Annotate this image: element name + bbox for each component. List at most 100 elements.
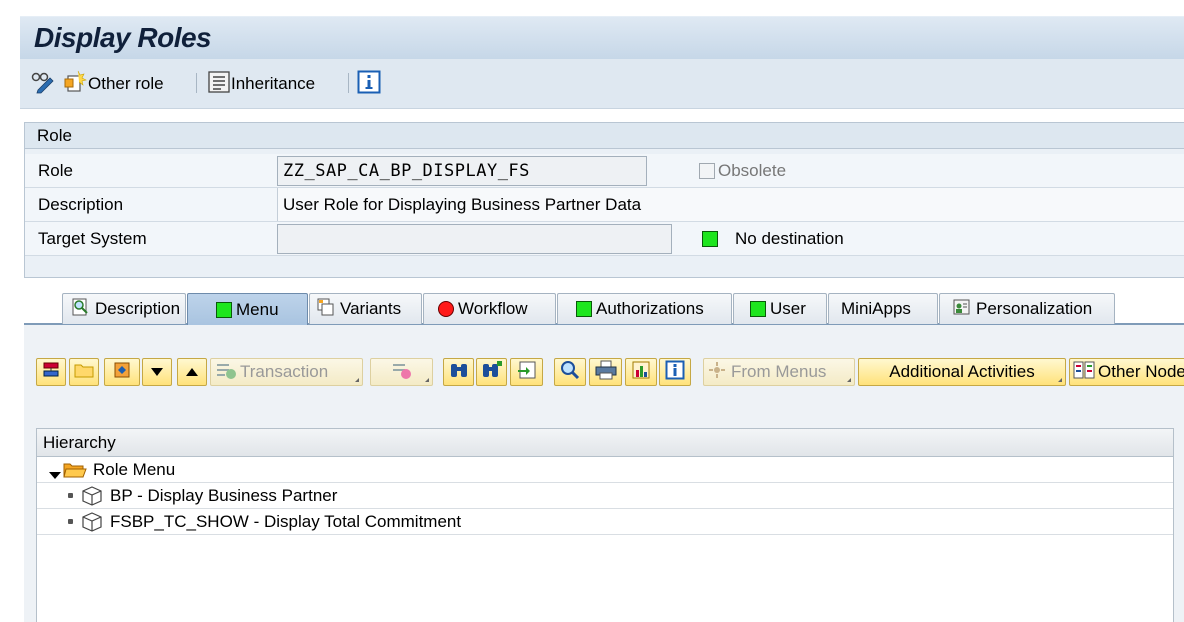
obsolete-label: Obsolete — [718, 161, 787, 180]
find-button[interactable] — [443, 358, 474, 386]
bullet-icon — [68, 493, 73, 498]
tab-variants[interactable]: Variants — [309, 293, 422, 324]
description-label: Description — [38, 195, 124, 214]
info-icon — [665, 360, 685, 385]
change-node-button[interactable] — [104, 358, 140, 386]
transaction-button[interactable]: Transaction — [210, 358, 363, 386]
obsolete-checkbox[interactable]: Obsolete — [699, 161, 786, 181]
tree-item-row[interactable]: BP - Display Business Partner — [37, 483, 1173, 509]
import-icon — [517, 361, 537, 384]
print-button[interactable] — [589, 358, 622, 386]
target-system-label: Target System — [38, 229, 147, 248]
find-next-button[interactable] — [476, 358, 507, 386]
menu-info-button[interactable] — [659, 358, 691, 386]
tab-menu[interactable]: Menu — [187, 293, 308, 325]
tree-root-row[interactable]: Role Menu — [37, 457, 1173, 483]
other-role-button[interactable]: Other role — [64, 70, 164, 99]
green-status-icon — [576, 301, 592, 317]
sap-window: Display Roles Other role Inheritance Rol… — [0, 0, 1184, 622]
tab-workflow[interactable]: Workflow — [423, 293, 556, 324]
folder-button[interactable] — [69, 358, 99, 386]
triangle-up-icon — [185, 362, 199, 382]
delete-node-button[interactable] — [370, 358, 433, 386]
tab-label: User — [770, 299, 806, 318]
tab-label: Authorizations — [596, 299, 704, 318]
checkbox-icon — [699, 163, 715, 179]
transaction-label: Transaction — [240, 362, 329, 381]
info-icon — [357, 70, 381, 99]
printer-icon — [595, 360, 617, 385]
expand-arrow-icon[interactable] — [49, 465, 61, 485]
info-button[interactable] — [357, 70, 381, 99]
red-status-icon — [438, 301, 454, 317]
tab-label: Description — [95, 299, 181, 318]
application-toolbar: Other role Inheritance — [20, 59, 1184, 109]
target-system-row: Target System No destination — [25, 222, 1184, 256]
zoom-button[interactable] — [554, 358, 586, 386]
magnifier-icon — [560, 360, 580, 385]
tree-item-label: FSBP_TC_SHOW - Display Total Commitment — [110, 512, 462, 531]
import-button[interactable] — [510, 358, 543, 386]
tab-user[interactable]: User — [733, 293, 827, 324]
delete-node-icon — [391, 360, 413, 385]
role-group-title: Role — [25, 123, 1184, 149]
role-group-box: Role Role ZZ_SAP_CA_BP_DISPLAY_FS Obsole… — [24, 122, 1184, 278]
tab-authorizations[interactable]: Authorizations — [557, 293, 732, 324]
transaction-cube-icon — [81, 511, 103, 538]
tab-label: Workflow — [458, 299, 528, 318]
tab-label: Menu — [236, 299, 279, 319]
dropdown-indicator — [1058, 378, 1062, 382]
menu-toolbar: Transaction From Menus Additional Activi… — [36, 358, 1184, 388]
display-change-button[interactable] — [30, 71, 56, 97]
tree-item-row[interactable]: FSBP_TC_SHOW - Display Total Commitment — [37, 509, 1173, 535]
dropdown-indicator — [355, 378, 359, 382]
destination-status-label: No destination — [735, 229, 844, 248]
menu-tree-icon — [707, 360, 727, 385]
chart-button[interactable] — [625, 358, 657, 386]
tab-miniapps[interactable]: MiniApps — [828, 293, 938, 324]
folder-icon — [74, 362, 94, 383]
green-status-icon — [216, 301, 232, 318]
description-row: Description User Role for Displaying Bus… — [25, 188, 1184, 222]
role-field[interactable]: ZZ_SAP_CA_BP_DISPLAY_FS — [277, 156, 647, 186]
node-list-icon — [1073, 360, 1095, 385]
dropdown-indicator — [847, 378, 851, 382]
tab-label: Personalization — [976, 299, 1093, 318]
target-system-field[interactable] — [277, 224, 672, 254]
description-value: User Role for Displaying Business Partne… — [283, 195, 642, 214]
triangle-down-icon — [150, 362, 164, 382]
additional-activities-label: Additional Activities — [889, 362, 1035, 381]
tab-label: Variants — [340, 299, 402, 318]
document-new-icon — [64, 70, 88, 99]
tab-description[interactable]: Description — [62, 293, 186, 324]
tree-root-label: Role Menu — [93, 460, 176, 479]
description-field[interactable]: User Role for Displaying Business Partne… — [277, 188, 1184, 221]
move-up-button[interactable] — [177, 358, 207, 386]
title-bar: Display Roles — [20, 16, 1184, 59]
inheritance-button[interactable]: Inheritance — [207, 70, 316, 99]
hierarchy-tree: Hierarchy Role Menu BP - Display Busines… — [36, 428, 1174, 622]
tree-item-label: BP - Display Business Partner — [110, 486, 338, 505]
binoculars-icon — [449, 361, 469, 384]
green-status-icon — [702, 231, 718, 247]
additional-activities-button[interactable]: Additional Activities — [858, 358, 1066, 386]
destination-status: No destination — [702, 229, 844, 249]
personalization-icon — [952, 297, 972, 322]
tree-icon — [42, 361, 60, 384]
list-icon — [207, 70, 231, 99]
tab-personalization[interactable]: Personalization — [939, 293, 1115, 324]
tab-label: MiniApps — [841, 299, 911, 318]
other-role-label: Other role — [88, 74, 164, 93]
generate-button[interactable] — [36, 358, 66, 386]
open-folder-icon — [63, 460, 87, 485]
glasses-pencil-icon — [30, 70, 56, 99]
bar-chart-icon — [631, 360, 651, 385]
other-node-button[interactable]: Other Node — [1069, 358, 1184, 386]
inheritance-label: Inheritance — [231, 74, 316, 93]
edit-node-icon — [113, 361, 131, 384]
dropdown-indicator — [425, 378, 429, 382]
from-menus-button[interactable]: From Menus — [703, 358, 855, 386]
role-label: Role — [38, 161, 73, 180]
move-down-button[interactable] — [142, 358, 172, 386]
from-menus-label: From Menus — [731, 362, 827, 381]
